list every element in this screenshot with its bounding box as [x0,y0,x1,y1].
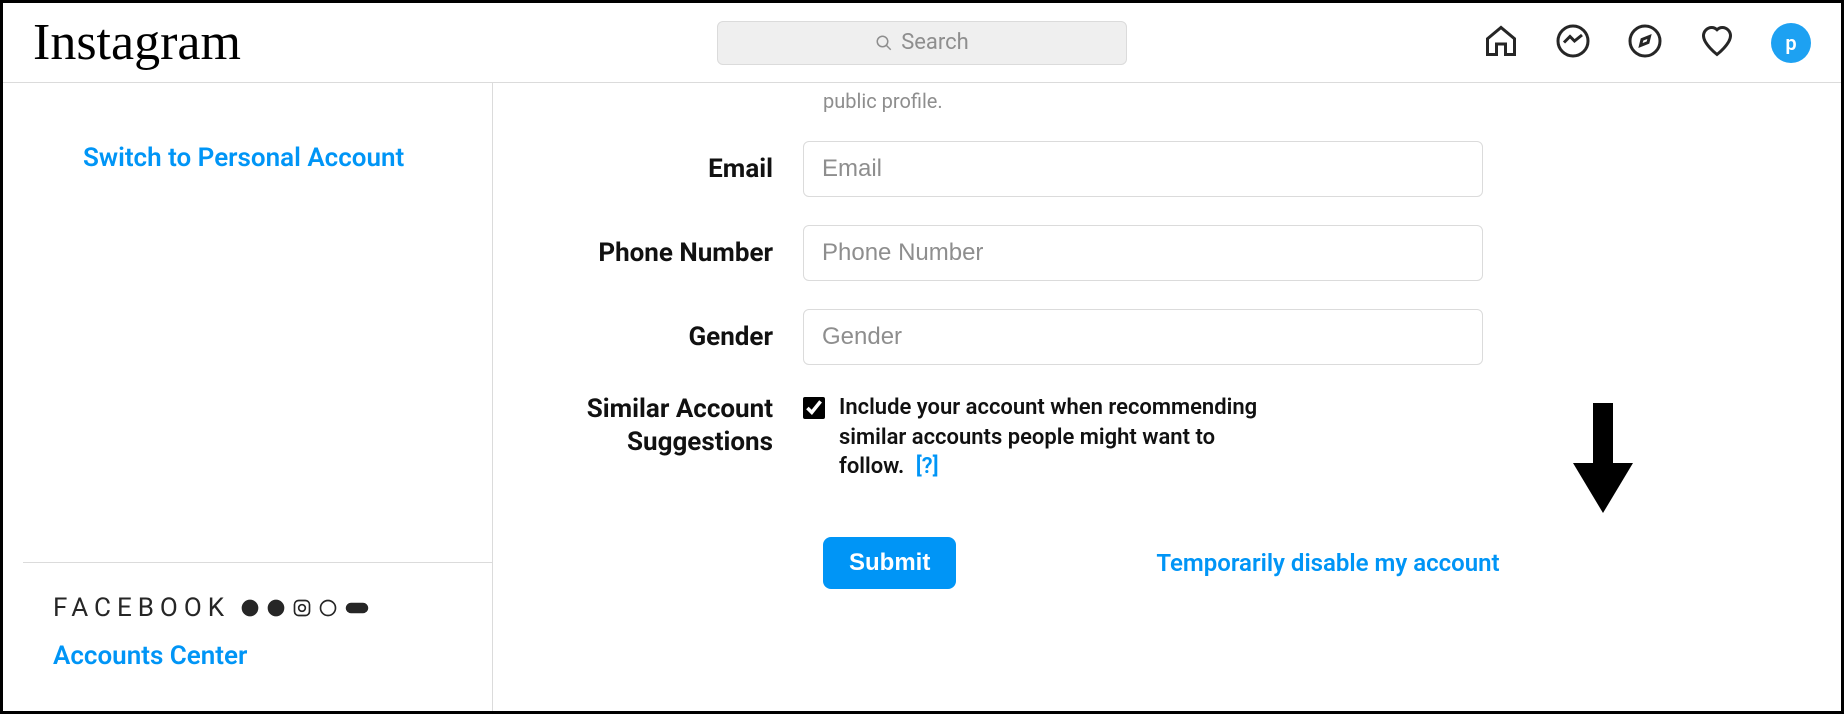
search-placeholder: Search [901,30,969,55]
email-field[interactable] [803,141,1483,197]
explore-icon[interactable] [1627,23,1663,63]
switch-account-link[interactable]: Switch to Personal Account [83,143,452,173]
profile-hint-text: public profile. [823,89,1781,113]
avatar[interactable]: p [1771,23,1811,63]
suggestions-help-link[interactable]: [?] [916,454,939,479]
facebook-icon [240,598,260,618]
phone-label: Phone Number [523,237,803,270]
instagram-logo[interactable]: Instagram [33,13,241,72]
main-area: Switch to Personal Account FACEBOOK Acco… [3,83,1841,711]
heart-icon[interactable] [1699,23,1735,63]
gender-field[interactable] [803,309,1483,365]
top-nav: Instagram Search p [3,3,1841,83]
search-icon [875,34,893,52]
instagram-small-icon [292,598,312,618]
nav-icon-group: p [1483,23,1811,63]
suggestions-text: Include your account when recommending s… [839,393,1259,482]
submit-button[interactable]: Submit [823,537,956,589]
settings-content: public profile. Email Phone Number Gende… [493,83,1841,711]
suggestions-label: Similar Account Suggestions [523,393,803,458]
oculus-icon [344,598,370,618]
disable-account-link[interactable]: Temporarily disable my account [1156,549,1499,577]
suggestions-checkbox[interactable] [803,397,825,419]
facebook-wordmark: FACEBOOK [53,593,230,623]
search-input[interactable]: Search [717,21,1127,65]
home-icon[interactable] [1483,23,1519,63]
accounts-center-box: FACEBOOK Accounts Center [23,562,492,711]
accounts-center-link[interactable]: Accounts Center [53,641,462,671]
messenger-small-icon [266,598,286,618]
gender-label: Gender [523,321,803,354]
meta-app-icons [240,598,370,618]
messenger-icon[interactable] [1555,23,1591,63]
email-label: Email [523,153,803,186]
annotation-arrow-icon [1563,403,1643,523]
settings-sidebar: Switch to Personal Account FACEBOOK Acco… [23,83,493,711]
phone-field[interactable] [803,225,1483,281]
whatsapp-icon [318,598,338,618]
